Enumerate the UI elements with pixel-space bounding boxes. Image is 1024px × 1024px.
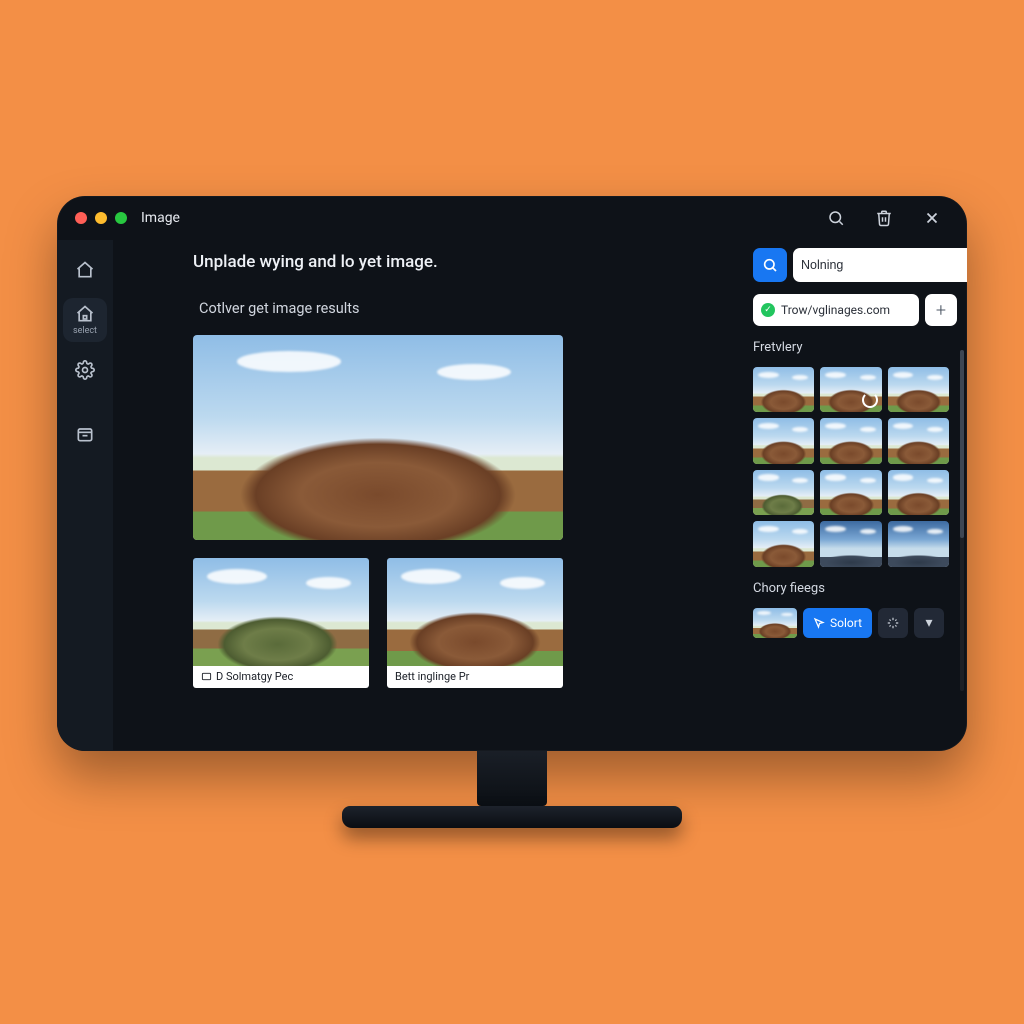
- refresh-button[interactable]: [878, 608, 908, 638]
- titlebar-search-button[interactable]: [819, 201, 853, 235]
- page-subheading: Cotlver get image results: [199, 300, 715, 317]
- gallery-section-label: Fretvlery: [753, 340, 957, 355]
- search-input[interactable]: [801, 258, 962, 272]
- loading-icon: [862, 392, 878, 408]
- sparkle-icon: [886, 616, 900, 630]
- gallery-tile[interactable]: [753, 367, 814, 412]
- scrollbar-thumb[interactable]: [960, 350, 964, 538]
- result-card[interactable]: Bett inglinge Pr: [387, 558, 563, 688]
- panel-search-button[interactable]: [753, 248, 787, 282]
- trash-icon: [875, 209, 893, 227]
- minimize-dot-icon[interactable]: [95, 212, 107, 224]
- selection-thumbnail[interactable]: [753, 608, 797, 638]
- panel-scrollbar[interactable]: [960, 350, 964, 691]
- chevron-down-icon: ▾: [926, 615, 933, 631]
- gallery-tile[interactable]: [888, 418, 949, 463]
- gallery-tile[interactable]: [820, 367, 881, 412]
- gallery-tile[interactable]: [753, 418, 814, 463]
- verified-icon: ✓: [761, 303, 775, 317]
- page-heading: Unplade wying and lo yet image.: [193, 252, 715, 272]
- search-icon: [827, 209, 845, 227]
- sidebar-item-home[interactable]: [63, 248, 107, 292]
- result-row: D Solmatgy Pec Bett inglinge Pr: [193, 558, 715, 688]
- result-card[interactable]: D Solmatgy Pec: [193, 558, 369, 688]
- gallery-tile[interactable]: [753, 521, 814, 566]
- main-content: Unplade wying and lo yet image. Cotlver …: [113, 240, 745, 751]
- url-chip[interactable]: ✓ Trow/vglinages.com: [753, 294, 919, 326]
- gallery-tile[interactable]: [888, 367, 949, 412]
- cursor-icon: [813, 617, 825, 629]
- close-dot-icon[interactable]: [75, 212, 87, 224]
- result-caption: D Solmatgy Pec: [193, 666, 369, 688]
- sidebar: select: [57, 240, 113, 751]
- plus-icon: +: [936, 300, 946, 321]
- url-text: Trow/vglinages.com: [781, 303, 890, 317]
- gear-icon: [75, 360, 95, 380]
- add-source-button[interactable]: +: [925, 294, 957, 326]
- gallery-tile[interactable]: [888, 521, 949, 566]
- tag-icon: [201, 671, 212, 682]
- window-traffic-lights[interactable]: [75, 212, 127, 224]
- sidebar-item-label: select: [73, 326, 97, 336]
- gallery-tile[interactable]: [753, 470, 814, 515]
- home-icon: [75, 260, 95, 280]
- result-caption: Bett inglinge Pr: [387, 666, 563, 688]
- actions-section-label: Chory fieegs: [753, 581, 957, 596]
- archive-icon: [75, 424, 95, 444]
- side-panel: ✓ Trow/vglinages.com + Fretvlery: [745, 240, 967, 751]
- titlebar-close-button[interactable]: [915, 201, 949, 235]
- search-icon: [762, 257, 778, 273]
- close-icon: [923, 209, 941, 227]
- gallery-tile[interactable]: [888, 470, 949, 515]
- gallery-tile[interactable]: [820, 418, 881, 463]
- sidebar-item-settings[interactable]: [63, 348, 107, 392]
- search-field[interactable]: [793, 248, 967, 282]
- landscape-image: [193, 558, 369, 666]
- gallery-tile[interactable]: [820, 521, 881, 566]
- select-button[interactable]: Solort: [803, 608, 872, 638]
- hero-image[interactable]: [193, 335, 563, 540]
- landscape-image: [387, 558, 563, 666]
- titlebar-trash-button[interactable]: [867, 201, 901, 235]
- sidebar-item-select[interactable]: select: [63, 298, 107, 342]
- gallery-grid: [753, 367, 957, 567]
- window-title: Image: [141, 210, 180, 226]
- more-button[interactable]: ▾: [914, 608, 944, 638]
- sidebar-item-archive[interactable]: [63, 412, 107, 456]
- landscape-image: [193, 335, 563, 540]
- gallery-tile[interactable]: [820, 470, 881, 515]
- house-lock-icon: [75, 304, 95, 324]
- zoom-dot-icon[interactable]: [115, 212, 127, 224]
